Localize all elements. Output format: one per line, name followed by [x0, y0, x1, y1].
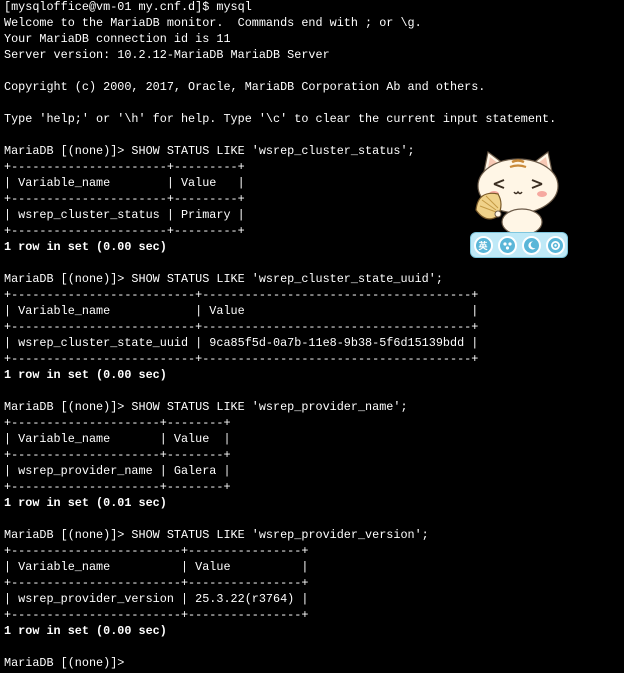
terminal-line: Type 'help;' or '\h' for help. Type '\c'…: [4, 112, 557, 126]
terminal-line: Copyright (c) 2000, 2017, Oracle, MariaD…: [4, 80, 486, 94]
terminal-line: 1 row in set (0.00 sec): [4, 368, 167, 382]
terminal-line: | wsrep_provider_version | 25.3.22(r3764…: [4, 592, 309, 606]
terminal-line: 1 row in set (0.01 sec): [4, 496, 167, 510]
terminal-line: | Variable_name | Value |: [4, 304, 479, 318]
ime-toolbar: 英: [470, 232, 568, 258]
terminal-line: MariaDB [(none)]> SHOW STATUS LIKE 'wsre…: [4, 528, 429, 542]
terminal-line: +--------------------------+------------…: [4, 288, 479, 302]
terminal-line: MariaDB [(none)]> SHOW STATUS LIKE 'wsre…: [4, 272, 443, 286]
terminal-line: Your MariaDB connection id is 11: [4, 32, 231, 46]
ime-mascot-widget[interactable]: 英: [468, 148, 572, 264]
terminal-line: [mysqloffice@vm-01 my.cnf.d]$ mysql: [4, 0, 252, 14]
terminal-line: MariaDB [(none)]> SHOW STATUS LIKE 'wsre…: [4, 400, 408, 414]
language-mode-icon[interactable]: 英: [473, 235, 493, 255]
settings-icon[interactable]: [545, 235, 565, 255]
mascot-cat-icon: [475, 150, 559, 236]
terminal-line: +------------------------+--------------…: [4, 608, 309, 622]
terminal-output[interactable]: [mysqloffice@vm-01 my.cnf.d]$ mysql Welco…: [4, 0, 556, 671]
terminal-line: +------------------------+--------------…: [4, 576, 309, 590]
terminal-line: | wsrep_cluster_state_uuid | 9ca85f5d-0a…: [4, 336, 479, 350]
terminal-line: +--------------------------+------------…: [4, 352, 479, 366]
terminal-line: 1 row in set (0.00 sec): [4, 624, 167, 638]
terminal-line: | Variable_name | Value |: [4, 432, 231, 446]
terminal-line: +--------------------------+------------…: [4, 320, 479, 334]
terminal-line: +---------------------+--------+: [4, 416, 231, 430]
terminal-line: | wsrep_provider_name | Galera |: [4, 464, 231, 478]
moon-icon[interactable]: [521, 235, 541, 255]
terminal-line: +---------------------+--------+: [4, 480, 231, 494]
terminal-line: +---------------------+--------+: [4, 448, 231, 462]
terminal-line: MariaDB [(none)]>: [4, 656, 132, 670]
terminal-line: Welcome to the MariaDB monitor. Commands…: [4, 16, 422, 30]
terminal-line: +------------------------+--------------…: [4, 544, 309, 558]
dots-icon[interactable]: [497, 235, 517, 255]
terminal-line: | Variable_name | Value |: [4, 560, 309, 574]
terminal-line: Server version: 10.2.12-MariaDB MariaDB …: [4, 48, 330, 62]
